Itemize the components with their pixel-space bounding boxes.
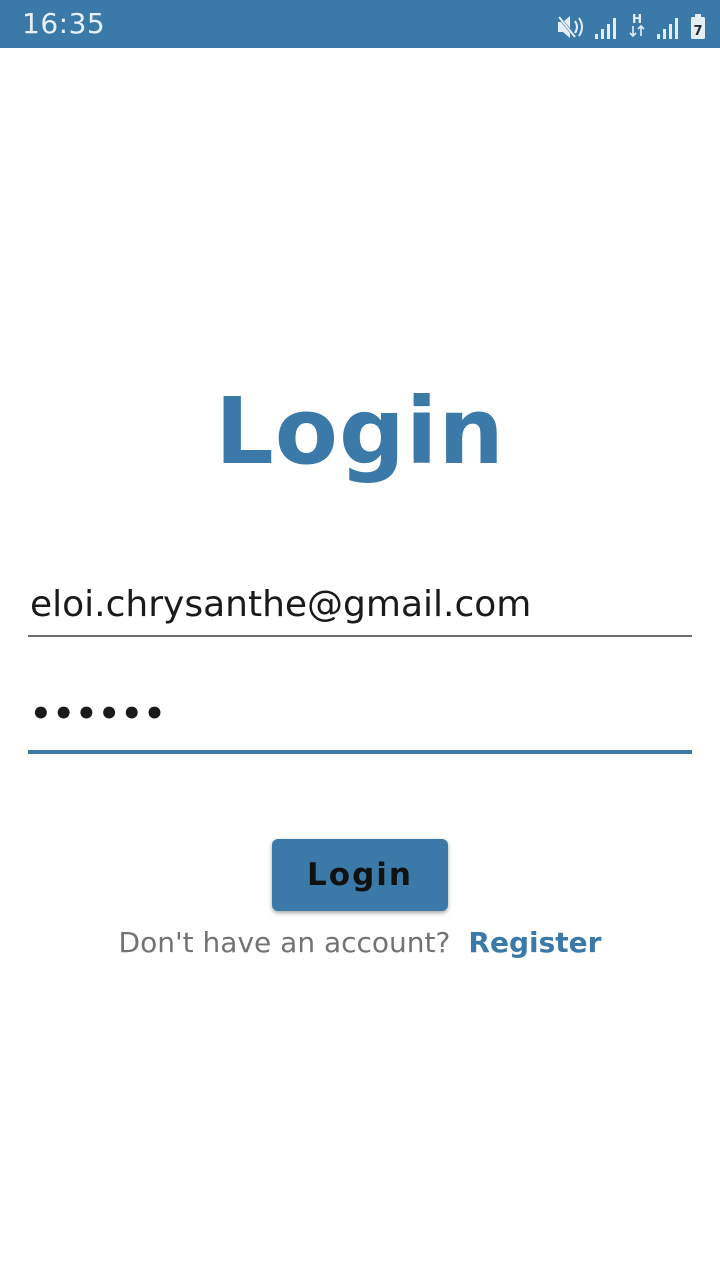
vibrate-mute-icon: [556, 14, 584, 40]
page-title: Login: [215, 378, 505, 485]
signal-icon: [656, 16, 680, 40]
email-field[interactable]: eloi.chrysanthe@gmail.com: [28, 575, 692, 637]
battery-level: 7: [693, 24, 702, 39]
status-icons: H 7: [556, 10, 706, 40]
password-value: ••••••: [30, 694, 167, 734]
battery-icon: 7: [690, 14, 706, 40]
network-type-label: H: [632, 12, 642, 26]
data-h-icon: H: [628, 12, 646, 40]
register-prompt: Don't have an account?: [118, 926, 451, 959]
register-link[interactable]: Register: [468, 926, 601, 959]
status-time: 16:35: [22, 7, 106, 40]
signal-icon: [594, 16, 618, 40]
login-button-label: Login: [307, 857, 413, 893]
status-bar: 16:35 H 7: [0, 0, 720, 48]
register-row: Don't have an account? Register: [0, 926, 720, 959]
password-field[interactable]: ••••••: [28, 688, 692, 754]
login-screen: Login eloi.chrysanthe@gmail.com •••••• L…: [0, 48, 720, 1280]
email-value: eloi.chrysanthe@gmail.com: [30, 584, 532, 625]
login-button[interactable]: Login: [272, 839, 448, 911]
